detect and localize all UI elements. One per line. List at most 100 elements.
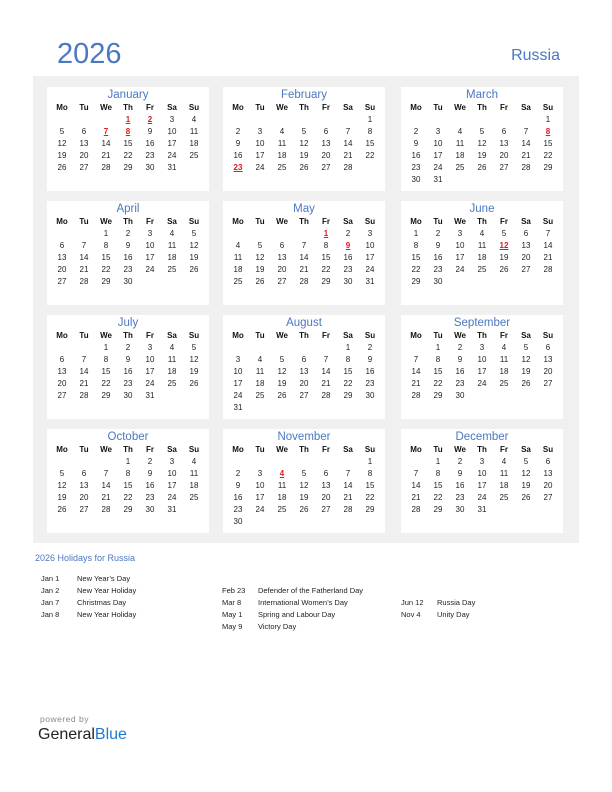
day-cell: 22 — [123, 151, 133, 160]
holiday-day-cell: 9 — [345, 241, 351, 250]
day-cell: 8 — [125, 469, 131, 478]
day-cell: 11 — [189, 127, 199, 136]
day-cell: 11 — [277, 481, 287, 490]
weekday-header: Th — [123, 103, 133, 112]
day-cell: 26 — [521, 379, 531, 388]
holiday-name: Spring and Labour Day — [258, 610, 336, 619]
weekday-header: Tu — [79, 103, 89, 112]
day-cell: 13 — [521, 241, 531, 250]
day-cell: 5 — [59, 469, 65, 478]
weekday-header: Tu — [255, 103, 265, 112]
day-cell: 21 — [101, 151, 111, 160]
weekday-header: Fr — [500, 217, 508, 226]
weekday-header: We — [454, 331, 466, 340]
day-cell: 2 — [125, 229, 131, 238]
day-cell: 20 — [57, 265, 67, 274]
day-cell: 14 — [79, 367, 89, 376]
day-cell: 5 — [523, 457, 529, 466]
day-cell: 25 — [455, 163, 465, 172]
day-cell: 7 — [413, 355, 419, 364]
weekday-header: Mo — [232, 103, 244, 112]
day-cell: 25 — [277, 163, 287, 172]
day-cell: 15 — [343, 367, 353, 376]
day-cell: 20 — [79, 493, 89, 502]
day-cell: 1 — [367, 115, 373, 124]
month-grid: Mo Tu We Th Fr Sa Su 1 2 3 4 5 6 7 8 9 10 11 12 13 14 15 16 17 1… — [47, 330, 209, 402]
day-cell: 24 — [477, 493, 487, 502]
weekday-header: Tu — [255, 331, 265, 340]
month-grid: Mo Tu We Th Fr Sa Su 1 2 3 4 5 6 7 8 9 10 11 12 13 14 15 16 17 1… — [47, 102, 209, 174]
day-cell: 4 — [457, 127, 463, 136]
day-cell: 10 — [145, 241, 155, 250]
month-grid: Mo Tu We Th Fr Sa Su 1 2 3 4 5 6 7 8 9 10 11 12 13 14 15 16 17 1… — [47, 216, 209, 288]
holiday-date: Jun 12 — [401, 598, 424, 607]
day-cell: 14 — [521, 139, 531, 148]
holiday-day-cell: 12 — [499, 241, 509, 250]
day-cell: 12 — [189, 241, 199, 250]
holiday-name: Unity Day — [437, 610, 470, 619]
calendar-panel: January Mo Tu We Th Fr Sa Su 1 2 3 4 5 6 7 8 9 10 11 12 13 14… — [33, 76, 579, 543]
day-cell: 8 — [413, 241, 419, 250]
weekday-header: Th — [477, 331, 487, 340]
empty-cell — [249, 228, 271, 240]
empty-cell — [271, 456, 293, 468]
holiday-name: Defender of the Fatherland Day — [258, 586, 364, 595]
holiday-day-cell: 2 — [147, 115, 153, 124]
month-name: June — [469, 203, 495, 215]
holiday-name: New Year Holiday — [77, 586, 137, 595]
day-cell: 11 — [499, 469, 509, 478]
day-cell: 16 — [365, 367, 375, 376]
day-cell: 3 — [457, 229, 463, 238]
month-name: February — [280, 89, 328, 101]
day-cell: 20 — [543, 367, 553, 376]
day-cell: 4 — [169, 343, 175, 352]
day-cell: 5 — [523, 343, 529, 352]
day-cell: 15 — [365, 139, 375, 148]
empty-cell — [293, 114, 315, 126]
weekday-header: Fr — [146, 103, 154, 112]
weekday-header: Fr — [322, 103, 330, 112]
day-cell: 7 — [413, 469, 419, 478]
empty-cell — [95, 456, 117, 468]
day-cell: 27 — [79, 505, 89, 514]
empty-cell — [271, 228, 293, 240]
weekday-header: Su — [542, 331, 554, 340]
day-cell: 20 — [79, 151, 89, 160]
day-cell: 20 — [299, 379, 309, 388]
day-cell: 17 — [167, 481, 177, 490]
day-cell: 31 — [477, 505, 487, 514]
weekday-header: Th — [299, 445, 309, 454]
day-cell: 24 — [255, 505, 265, 514]
holiday-date: Feb 23 — [222, 586, 246, 595]
empty-cell — [337, 114, 359, 126]
day-cell: 28 — [521, 163, 531, 172]
day-cell: 25 — [255, 391, 265, 400]
weekday-header: Tu — [433, 445, 443, 454]
day-cell: 14 — [543, 241, 553, 250]
weekday-header: Tu — [433, 217, 443, 226]
weekday-header: We — [276, 331, 288, 340]
holiday-day-cell: 1 — [323, 229, 329, 238]
day-cell: 14 — [343, 481, 353, 490]
day-cell: 3 — [169, 457, 175, 466]
weekday-header: Mo — [410, 445, 422, 454]
day-cell: 1 — [125, 457, 131, 466]
day-cell: 28 — [411, 505, 421, 514]
day-cell: 13 — [321, 481, 331, 490]
holiday-item: Jan 7 Christmas Day — [41, 597, 136, 609]
holiday-list-column: Jun 12 Russia Day Nov 4 Unity Day — [401, 597, 475, 621]
day-cell: 10 — [255, 481, 265, 490]
holiday-name: Christmas Day — [77, 598, 127, 607]
month-name: October — [107, 431, 149, 443]
weekday-header: We — [100, 103, 112, 112]
holiday-day-cell: 8 — [545, 127, 551, 136]
month-name: April — [116, 203, 140, 215]
empty-cell — [405, 456, 427, 468]
day-cell: 15 — [321, 253, 331, 262]
day-cell: 21 — [299, 265, 309, 274]
day-cell: 2 — [367, 343, 373, 352]
day-cell: 12 — [57, 481, 67, 490]
day-cell: 18 — [277, 493, 287, 502]
weekday-header: Mo — [232, 445, 244, 454]
weekday-header: Th — [477, 217, 487, 226]
